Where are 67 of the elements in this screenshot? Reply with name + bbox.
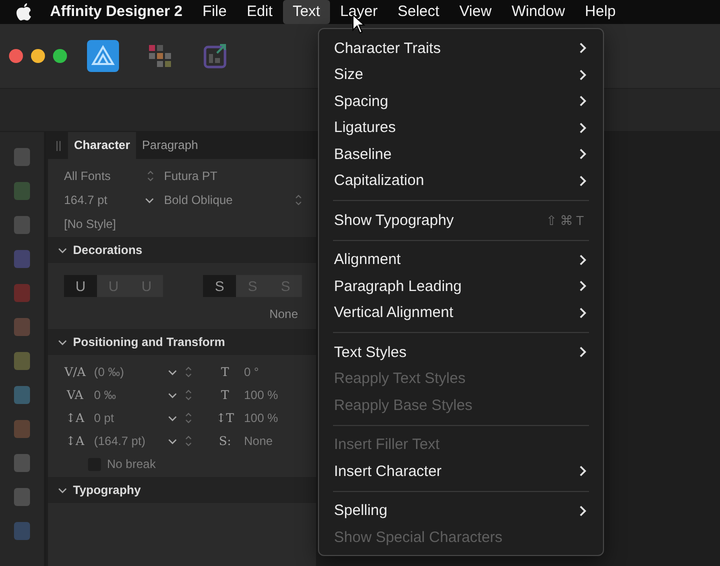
field-label-glyph: V/A bbox=[64, 365, 86, 379]
section-header[interactable]: Decorations bbox=[48, 237, 316, 263]
panel-tab[interactable]: Paragraph bbox=[136, 132, 204, 159]
close-button[interactable] bbox=[9, 49, 23, 63]
menu-item[interactable]: Baseline bbox=[319, 141, 603, 168]
panel-tab[interactable]: Character bbox=[68, 132, 136, 159]
menu-bar-item[interactable]: Select bbox=[388, 0, 450, 24]
chevron-icon bbox=[58, 486, 67, 494]
menu-item[interactable]: Show Typography ⇧⌘T bbox=[319, 207, 603, 234]
field-label-glyph: ↕A bbox=[64, 434, 86, 448]
menu-item[interactable]: Spelling bbox=[319, 498, 603, 524]
font-size-field[interactable]: 164.7 pt bbox=[64, 193, 154, 207]
designer-persona-icon[interactable] bbox=[87, 40, 119, 72]
chevron-icon bbox=[168, 436, 177, 446]
chevron-icon bbox=[58, 338, 67, 346]
menu-item[interactable]: Character Traits bbox=[319, 35, 603, 62]
menu-bar-item[interactable]: File bbox=[192, 0, 237, 24]
menu-bar-item[interactable]: Edit bbox=[236, 0, 283, 24]
export-persona-icon[interactable] bbox=[203, 43, 229, 69]
font-style-select[interactable]: Bold Oblique bbox=[164, 193, 302, 207]
chevron-icon bbox=[168, 414, 177, 422]
value-field[interactable]: 0 ° bbox=[244, 365, 304, 379]
section-header[interactable]: Positioning and Transform bbox=[48, 329, 316, 355]
field-label-glyph: ↕T bbox=[214, 411, 236, 425]
stepper-icon bbox=[185, 389, 192, 401]
checkbox-label: No break bbox=[107, 457, 157, 471]
decoration-color-value[interactable]: None bbox=[269, 307, 302, 321]
stepper-icon bbox=[185, 435, 192, 447]
stepper-icon bbox=[185, 366, 192, 378]
menu-item[interactable]: Vertical Alignment bbox=[319, 300, 603, 326]
menu-bar-item[interactable]: Layer bbox=[330, 0, 388, 24]
menu-bar-item[interactable]: View bbox=[449, 0, 502, 24]
font-family-field[interactable]: Futura PT bbox=[164, 169, 302, 183]
font-collection-select[interactable]: All Fonts bbox=[64, 169, 154, 183]
strikethrough-button[interactable]: S bbox=[203, 275, 236, 297]
field-label-glyph: T bbox=[220, 365, 230, 379]
menu-item[interactable]: Ligatures bbox=[319, 114, 603, 141]
text-style-field[interactable]: [No Style] bbox=[64, 217, 302, 231]
field-label-glyph: VA bbox=[66, 388, 84, 402]
menu-item[interactable]: Size bbox=[319, 62, 603, 88]
stepper-icon bbox=[147, 170, 154, 182]
field-label-glyph: T bbox=[220, 388, 230, 402]
zoom-button[interactable] bbox=[53, 49, 67, 63]
menu-bar-item[interactable]: Text bbox=[282, 0, 330, 24]
apple-logo-icon[interactable] bbox=[16, 3, 32, 21]
underline-button[interactable]: U bbox=[64, 275, 97, 297]
grip-icon[interactable] bbox=[56, 140, 60, 150]
pixel-persona-icon[interactable] bbox=[147, 43, 173, 69]
chevron-icon bbox=[145, 196, 154, 204]
stepper-icon bbox=[295, 194, 302, 206]
field-label-glyph: S: bbox=[218, 434, 232, 448]
menu-bar-item[interactable]: Help bbox=[574, 0, 626, 24]
app-menu[interactable]: Affinity Designer 2 bbox=[40, 0, 193, 24]
menu-item[interactable]: Paragraph Leading bbox=[319, 273, 603, 300]
menu-item[interactable]: Text Styles bbox=[319, 339, 603, 366]
field-label-glyph: ↕A bbox=[64, 411, 86, 425]
menu-item[interactable]: Alignment bbox=[319, 246, 603, 273]
chevron-icon bbox=[168, 368, 177, 376]
shortcut-label: ⇧⌘T bbox=[546, 212, 587, 228]
chevron-icon bbox=[58, 246, 67, 254]
menu-bar-item[interactable]: Window bbox=[502, 0, 575, 24]
stepper-icon bbox=[185, 412, 192, 424]
menu-item[interactable]: Insert Character bbox=[319, 458, 603, 484]
menu-item[interactable]: Capitalization bbox=[319, 168, 603, 194]
chevron-icon bbox=[168, 390, 177, 400]
section-header[interactable]: Typography bbox=[48, 477, 316, 503]
minimize-button[interactable] bbox=[31, 49, 45, 63]
